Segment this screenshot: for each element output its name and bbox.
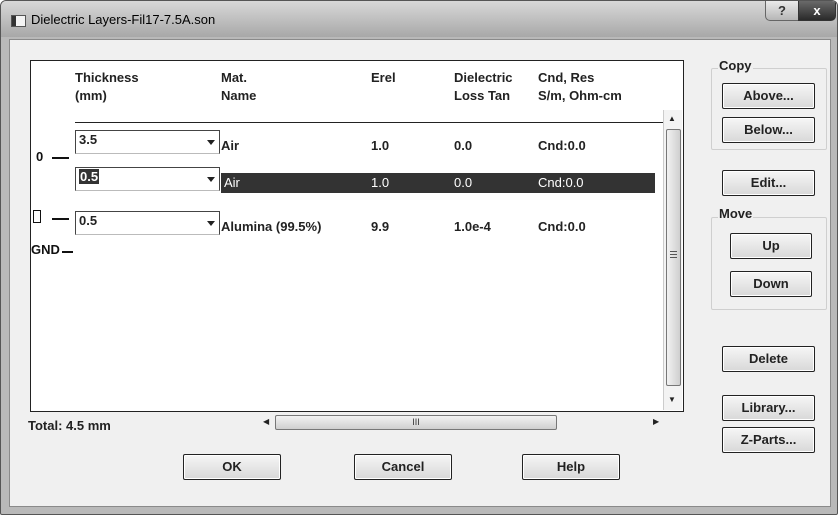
interface-label-gnd: GND [31,242,60,257]
title-bar[interactable]: Dielectric Layers-Fil17-7.5A.son ? x [1,1,837,37]
help-button[interactable]: Help [522,454,620,480]
move-down-button[interactable]: Down [730,271,812,297]
horizontal-scroll-thumb[interactable]: III [275,415,557,430]
thickness-value: 0.5 [79,213,98,228]
close-button[interactable]: x [798,1,836,21]
interface-marker-1 [52,218,69,220]
thickness-value: 0.5 [79,169,100,184]
arrow-left-icon[interactable]: ◀ [263,417,269,426]
grip-line [670,251,677,252]
window-app-icon [11,15,26,27]
grip-line [670,254,677,255]
erel-value[interactable]: 9.9 [371,219,389,234]
grip-line [670,257,677,258]
arrow-right-icon[interactable]: ▶ [653,417,659,426]
copy-above-button[interactable]: Above... [722,83,815,109]
cancel-button[interactable]: Cancel [354,454,452,480]
z-parts-button[interactable]: Z-Parts... [722,427,815,453]
header-conductivity: Cnd, Res S/m, Ohm-cm [538,70,622,103]
material-name[interactable]: Air [221,138,239,153]
thickness-dropdown[interactable]: 3.5 [75,130,220,154]
material-name[interactable]: Air [224,175,240,190]
table-row-selected[interactable]: Air 1.0 0.0 Cnd:0.0 [221,173,655,193]
interface-marker-gnd [62,251,73,253]
header-erel: Erel [371,70,396,85]
chevron-down-icon[interactable] [207,140,215,145]
edit-button[interactable]: Edit... [722,170,815,196]
copy-below-button[interactable]: Below... [722,117,815,143]
loss-tan-value[interactable]: 0.0 [454,175,472,190]
ok-button[interactable]: OK [183,454,281,480]
header-divider [75,122,679,123]
conductivity-value[interactable]: Cnd:0.0 [538,219,586,234]
conductivity-value[interactable]: Cnd:0.0 [538,175,584,190]
chevron-down-icon[interactable] [207,221,215,226]
arrow-down-icon[interactable]: ▼ [668,395,676,404]
dialog-body: Thickness (mm) Mat. Name Erel Dielectric… [9,39,831,507]
vertical-scroll-thumb[interactable] [666,129,681,386]
interface-label-0: 0 [36,149,44,164]
move-group-label: Move [718,206,754,221]
header-thickness: Thickness (mm) [75,70,139,103]
window-title: Dielectric Layers-Fil17-7.5A.son [31,12,216,27]
title-help-button[interactable]: ? [765,1,799,21]
interface-marker-0 [52,157,69,159]
copy-group-label: Copy [718,58,753,73]
loss-tan-value[interactable]: 0.0 [454,138,472,153]
erel-value[interactable]: 1.0 [371,138,389,153]
move-up-button[interactable]: Up [730,233,812,259]
thickness-value: 3.5 [79,132,98,147]
dielectric-layers-dialog: Dielectric Layers-Fil17-7.5A.son ? x Thi… [0,0,838,515]
chevron-down-icon[interactable] [207,177,215,182]
header-loss-tan: Dielectric Loss Tan [454,70,513,103]
delete-button[interactable]: Delete [722,346,815,372]
layers-table: Thickness (mm) Mat. Name Erel Dielectric… [30,60,684,412]
thickness-dropdown[interactable]: 0.5 [75,167,220,191]
thickness-dropdown[interactable]: 0.5 [75,211,220,235]
horizontal-scrollbar[interactable]: ◀ III ▶ [259,412,665,431]
erel-value[interactable]: 1.0 [371,175,389,190]
loss-tan-value[interactable]: 1.0e-4 [454,219,491,234]
header-material: Mat. Name [221,70,257,103]
library-button[interactable]: Library... [722,395,815,421]
vertical-scrollbar[interactable]: ▲ ▼ [663,110,682,410]
conductivity-value[interactable]: Cnd:0.0 [538,138,586,153]
total-thickness: Total: 4.5 mm [28,418,111,433]
material-name[interactable]: Alumina (99.5%) [221,219,321,234]
arrow-up-icon[interactable]: ▲ [668,114,676,123]
